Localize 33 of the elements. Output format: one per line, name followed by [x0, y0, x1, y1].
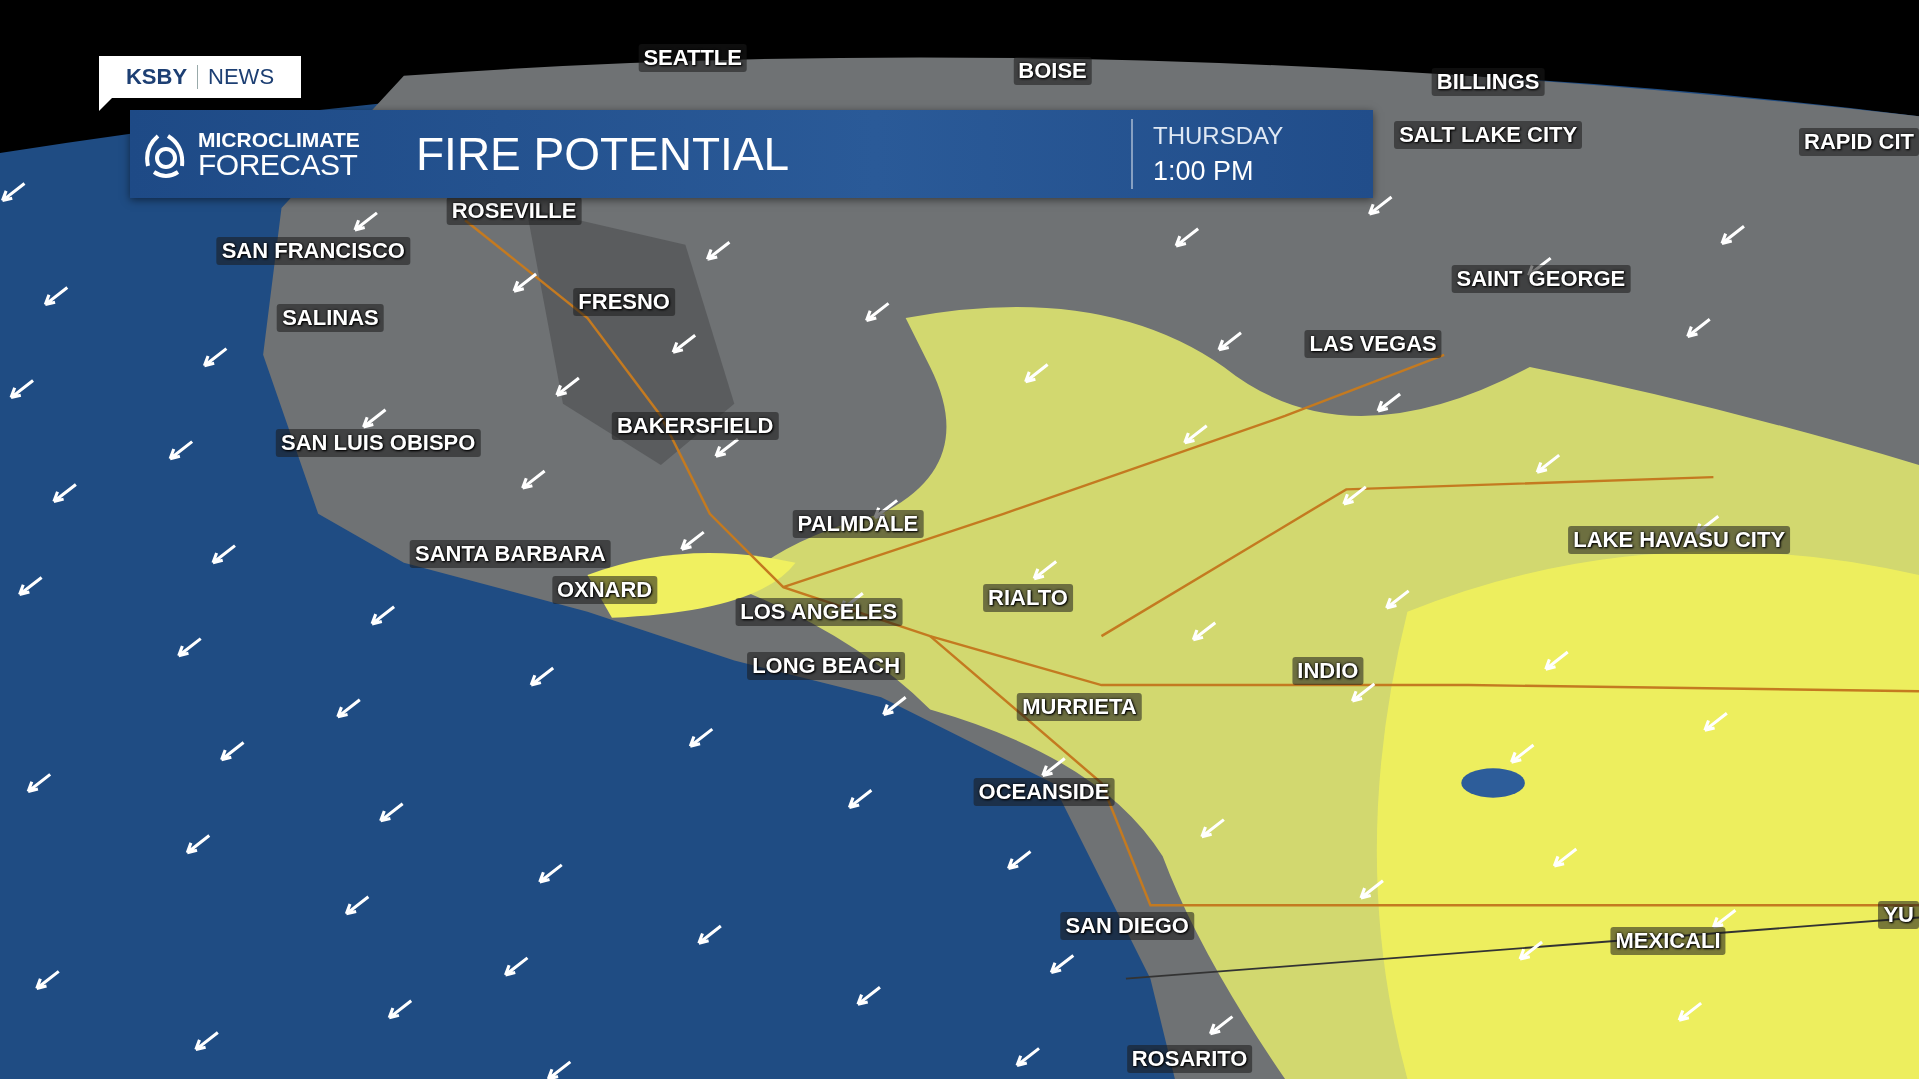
city-label: MURRIETA: [1017, 693, 1142, 722]
city-label: LOS ANGELES: [735, 597, 903, 626]
city-label: LAS VEGAS: [1304, 329, 1442, 358]
city-label: LONG BEACH: [747, 651, 906, 680]
city-label: BAKERSFIELD: [611, 411, 779, 440]
city-label: INDIO: [1292, 656, 1364, 685]
city-label: YU: [1878, 901, 1919, 930]
forecast-time: 1:00 PM: [1153, 155, 1255, 187]
banner-title: FIRE POTENTIAL: [415, 127, 791, 181]
city-label: SAINT GEORGE: [1451, 265, 1631, 294]
city-label: BOISE: [1013, 56, 1092, 85]
city-label: LAKE HAVASU CITY: [1568, 525, 1791, 554]
logo-top-text: MICROCLIMATE: [198, 128, 360, 150]
station-section: NEWS: [208, 64, 275, 90]
city-label: RIALTO: [983, 584, 1073, 613]
city-label: OCEANSIDE: [973, 777, 1115, 806]
city-label: OXNARD: [551, 575, 658, 604]
logo-bottom-text: FORECAST: [198, 149, 359, 180]
city-label: BILLINGS: [1431, 68, 1545, 96]
city-label: FRESNO: [573, 288, 675, 317]
city-label: SALINAS: [277, 304, 384, 333]
station-call-sign: KSBY: [125, 64, 188, 90]
city-label: MEXICALI: [1610, 927, 1726, 956]
city-label: SEATTLE: [638, 43, 747, 72]
city-label: SAN DIEGO: [1060, 912, 1194, 941]
forecast-day: THURSDAY: [1153, 121, 1333, 150]
city-label: SAN FRANCISCO: [216, 236, 410, 265]
city-label: SANTA BARBARA: [410, 540, 611, 569]
city-label: PALMDALE: [792, 509, 924, 538]
city-label: SALT LAKE CITY: [1394, 120, 1583, 149]
city-label: ROSARITO: [1126, 1044, 1253, 1073]
city-label: RAPID CIT: [1799, 127, 1919, 156]
city-label: SAN LUIS OBISPO: [276, 429, 481, 458]
